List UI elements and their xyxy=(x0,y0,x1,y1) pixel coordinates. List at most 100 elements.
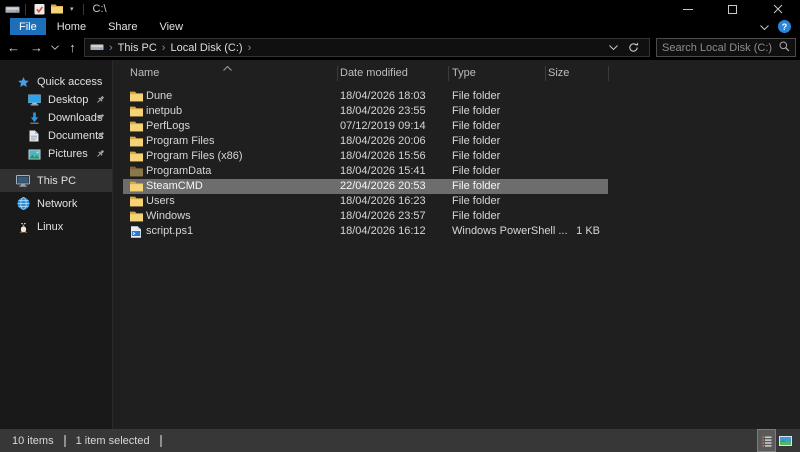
file-name: Windows xyxy=(146,209,191,224)
file-name: Users xyxy=(146,194,175,209)
sidebar-item-pictures[interactable]: Pictures xyxy=(0,145,112,163)
up-button[interactable]: ↑ xyxy=(66,35,79,60)
forward-button[interactable]: → xyxy=(30,35,43,60)
desktop-icon xyxy=(27,94,41,106)
new-folder-icon xyxy=(51,4,63,14)
statusbar-divider xyxy=(64,435,66,447)
sidebar-item-desktop[interactable]: Desktop xyxy=(0,91,112,109)
close-icon xyxy=(773,4,783,14)
customize-toolbar-button[interactable]: ▾ xyxy=(66,5,78,13)
folder-icon xyxy=(130,181,143,192)
maximize-icon xyxy=(728,5,737,14)
file-row-script-ps1[interactable]: script.ps1 18/04/2026 16:12 Windows Powe… xyxy=(123,224,608,239)
file-row-program-files-x86[interactable]: Program Files (x86) 18/04/2026 15:56 Fil… xyxy=(123,149,608,164)
details-view-button[interactable] xyxy=(757,429,776,452)
breadcrumb-local-disk[interactable]: Local Disk (C:) xyxy=(170,42,242,54)
explorer-window: ▾ C:\ File Home Share View ? ← → ↑ xyxy=(0,0,800,452)
breadcrumb-chevron-icon: › xyxy=(109,42,113,54)
sidebar-item-linux[interactable]: Linux xyxy=(0,215,112,238)
pin-icon[interactable] xyxy=(95,149,105,159)
expand-ribbon-icon[interactable] xyxy=(760,21,769,33)
this-pc-icon xyxy=(16,175,30,187)
column-divider[interactable] xyxy=(608,66,609,81)
file-date: 18/04/2026 15:56 xyxy=(340,149,426,164)
folder-icon xyxy=(130,151,143,162)
powershell-file-icon xyxy=(130,226,142,238)
search-box[interactable] xyxy=(656,38,796,57)
search-input[interactable] xyxy=(662,42,779,54)
properties-button[interactable] xyxy=(31,3,48,15)
sidebar-item-this-pc[interactable]: This PC xyxy=(0,169,112,192)
tab-file[interactable]: File xyxy=(10,18,46,35)
column-divider[interactable] xyxy=(545,66,546,81)
refresh-icon xyxy=(628,42,639,53)
back-button[interactable]: ← xyxy=(7,35,20,60)
folder-icon xyxy=(130,121,143,132)
file-row-perflogs[interactable]: PerfLogs 07/12/2019 09:14 File folder xyxy=(123,119,608,134)
sidebar-item-label: Network xyxy=(37,198,77,210)
file-rows: Dune 18/04/2026 18:03 File folder inetpu… xyxy=(123,89,608,239)
help-icon[interactable]: ? xyxy=(778,20,791,33)
properties-icon xyxy=(34,3,45,15)
refresh-button[interactable] xyxy=(623,42,644,53)
titlebar-separator xyxy=(25,4,26,15)
sidebar-item-network[interactable]: Network xyxy=(0,192,112,215)
column-header-type[interactable]: Type xyxy=(452,67,476,79)
pictures-icon xyxy=(27,149,41,160)
file-date: 18/04/2026 23:57 xyxy=(340,209,426,224)
breadcrumb-chevron-icon: › xyxy=(162,42,166,54)
column-divider[interactable] xyxy=(337,66,338,81)
sidebar-item-downloads[interactable]: Downloads xyxy=(0,109,112,127)
file-row-programdata[interactable]: ProgramData 18/04/2026 15:41 File folder xyxy=(123,164,608,179)
ribbon-right-controls: ? xyxy=(760,18,791,35)
file-list-pane: Name Date modified Type Size Dune 18/04/… xyxy=(113,60,800,429)
sidebar-item-documents[interactable]: Documents xyxy=(0,127,112,145)
file-row-windows[interactable]: Windows 18/04/2026 23:57 File folder xyxy=(123,209,608,224)
tab-home[interactable]: Home xyxy=(46,18,97,35)
file-type: File folder xyxy=(452,179,500,194)
close-button[interactable] xyxy=(755,0,800,18)
column-header-date-modified[interactable]: Date modified xyxy=(340,67,408,79)
tab-share[interactable]: Share xyxy=(97,18,148,35)
file-date: 18/04/2026 20:06 xyxy=(340,134,426,149)
address-dropdown-button[interactable] xyxy=(604,45,623,50)
tab-view[interactable]: View xyxy=(148,18,194,35)
drive-icon xyxy=(5,3,20,15)
maximize-button[interactable] xyxy=(710,0,755,18)
sidebar-item-quick-access[interactable]: Quick access xyxy=(0,73,112,91)
file-row-inetpub[interactable]: inetpub 18/04/2026 23:55 File folder xyxy=(123,104,608,119)
title-bar: ▾ C:\ xyxy=(0,0,800,18)
statusbar-divider xyxy=(160,435,162,447)
main-area: Quick access Desktop Downloads xyxy=(0,60,800,429)
pin-icon[interactable] xyxy=(95,95,105,105)
file-name: Dune xyxy=(146,89,172,104)
file-row-dune[interactable]: Dune 18/04/2026 18:03 File folder xyxy=(123,89,608,104)
file-size: 1 KB xyxy=(538,224,600,239)
file-date: 18/04/2026 15:41 xyxy=(340,164,426,179)
sidebar-item-label: Desktop xyxy=(48,94,88,106)
file-row-users[interactable]: Users 18/04/2026 16:23 File folder xyxy=(123,194,608,209)
recent-locations-button[interactable] xyxy=(50,45,60,50)
hidden-folder-icon xyxy=(130,166,143,177)
file-row-steamcmd[interactable]: SteamCMD 22/04/2026 20:53 File folder xyxy=(123,179,608,194)
view-toggle-buttons xyxy=(757,429,795,452)
sidebar-item-label: Linux xyxy=(37,221,63,233)
minimize-button[interactable] xyxy=(665,0,710,18)
file-row-program-files[interactable]: Program Files 18/04/2026 20:06 File fold… xyxy=(123,134,608,149)
selection-count: 1 item selected xyxy=(76,435,150,447)
file-date: 18/04/2026 16:23 xyxy=(340,194,426,209)
file-name: Program Files (x86) xyxy=(146,149,243,164)
ribbon-tabs: File Home Share View ? xyxy=(0,18,800,35)
column-header-size[interactable]: Size xyxy=(548,67,569,79)
pin-icon[interactable] xyxy=(95,113,105,123)
items-count: 10 items xyxy=(12,435,54,447)
file-name: inetpub xyxy=(146,104,182,119)
breadcrumb-this-pc[interactable]: This PC xyxy=(118,42,157,54)
pin-icon[interactable] xyxy=(95,131,105,141)
address-bar[interactable]: › This PC › Local Disk (C:) › xyxy=(84,38,650,57)
thumbnail-view-button[interactable] xyxy=(776,429,795,452)
column-header-name[interactable]: Name xyxy=(130,67,159,79)
file-type: File folder xyxy=(452,209,500,224)
column-divider[interactable] xyxy=(448,66,449,81)
new-folder-button[interactable] xyxy=(48,4,66,14)
